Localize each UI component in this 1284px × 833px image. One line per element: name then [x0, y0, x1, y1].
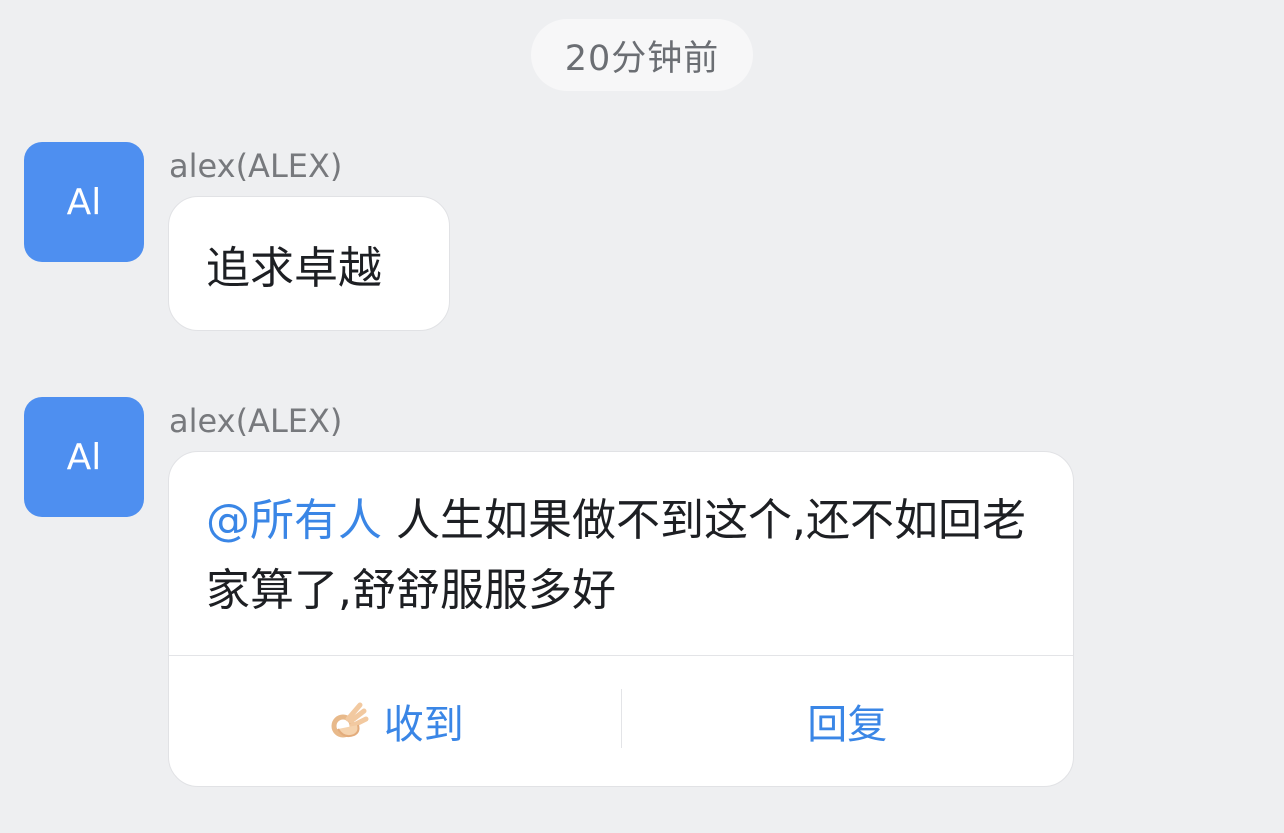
time-separator: 20分钟前 [531, 19, 753, 91]
sender-name: alex(ALEX) [169, 147, 343, 185]
ok-hand-icon [331, 702, 369, 738]
reply-label: 回复 [807, 702, 888, 748]
message-bubble[interactable]: 追求卓越 [168, 196, 450, 331]
message-card[interactable]: @所有人 人生如果做不到这个,还不如回老家算了,舒舒服服多好 收到 回复 [168, 451, 1074, 787]
mention-all-link[interactable]: @所有人 [206, 495, 382, 546]
avatar[interactable]: Al [24, 142, 144, 262]
message-text: 追求卓越 [206, 242, 382, 294]
card-actions: 收到 回复 [169, 656, 1073, 786]
reply-button[interactable]: 回复 [622, 656, 1074, 786]
sender-name: alex(ALEX) [169, 402, 343, 440]
acknowledge-button[interactable]: 收到 [169, 656, 621, 786]
avatar[interactable]: Al [24, 397, 144, 517]
message-body: @所有人 人生如果做不到这个,还不如回老家算了,舒舒服服多好 [206, 486, 1036, 626]
acknowledge-label: 收到 [383, 702, 464, 748]
